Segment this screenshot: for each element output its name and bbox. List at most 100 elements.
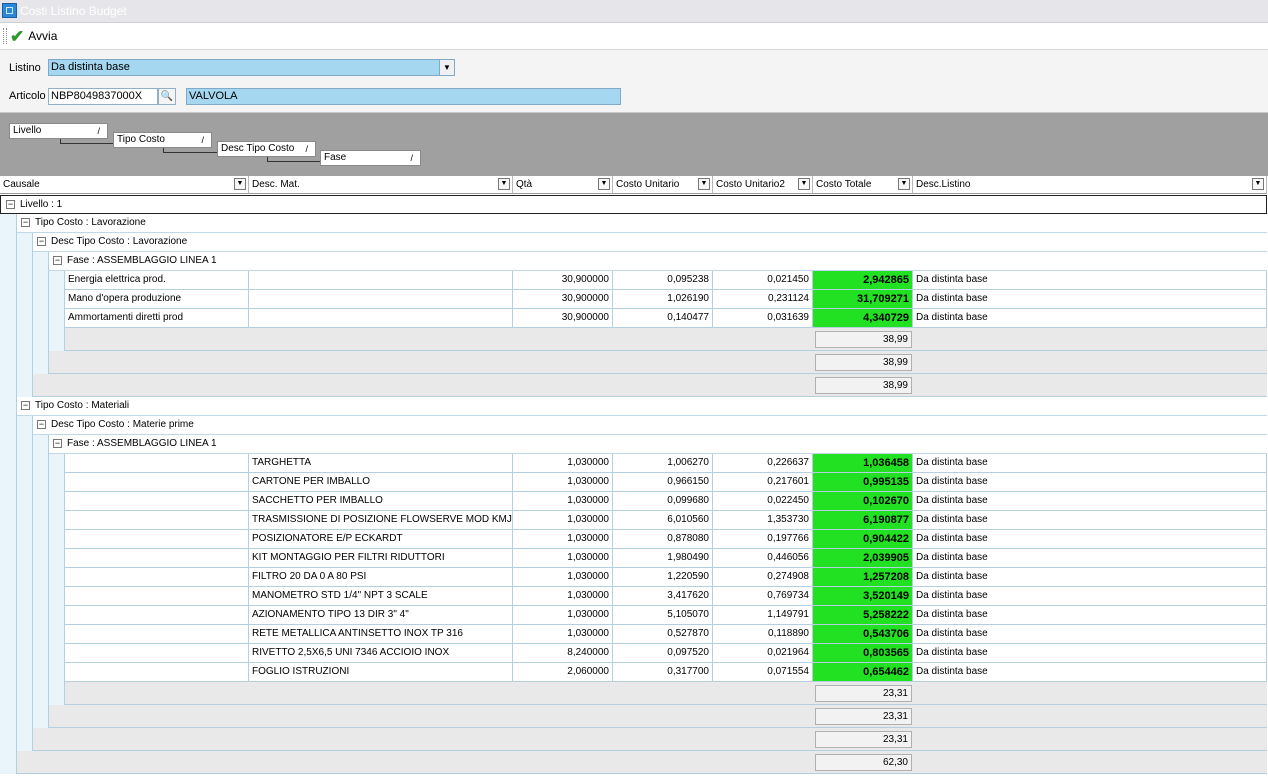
table-cell-cu[interactable]: 1,220590 — [613, 568, 713, 587]
articolo-code-input[interactable]: NBP8049837000X — [48, 88, 158, 105]
table-cell-tot[interactable]: 0,904422 — [813, 530, 913, 549]
chevron-down-icon[interactable]: ▼ — [234, 178, 246, 190]
table-cell-listino[interactable]: Da distinta base — [913, 625, 1267, 644]
table-cell-listino[interactable]: Da distinta base — [913, 290, 1267, 309]
group-row-tipo-costo[interactable]: − Tipo Costo : Materiali — [17, 397, 1267, 416]
table-cell-listino[interactable]: Da distinta base — [913, 492, 1267, 511]
table-cell-cu2[interactable]: 0,226637 — [713, 454, 813, 473]
table-cell-qta[interactable]: 1,030000 — [513, 568, 613, 587]
table-cell-cu2[interactable]: 0,231124 — [713, 290, 813, 309]
table-row[interactable]: CARTONE PER IMBALLO 1,030000 0,966150 0,217… — [0, 473, 1267, 492]
group-chip-tipo-costo[interactable]: Tipo Costo / — [113, 132, 212, 148]
listino-select[interactable]: Da distinta base ▼ — [48, 59, 455, 76]
collapse-icon[interactable]: − — [21, 218, 30, 227]
column-header-costo-totale[interactable]: Costo Totale ▼ — [813, 176, 913, 194]
chevron-down-icon[interactable]: ▼ — [898, 178, 910, 190]
chevron-down-icon[interactable]: ▼ — [498, 178, 510, 190]
column-header-causale[interactable]: Causale ▼ — [0, 176, 249, 194]
table-cell-qta[interactable]: 1,030000 — [513, 492, 613, 511]
table-cell-qta[interactable]: 1,030000 — [513, 625, 613, 644]
table-cell-cu[interactable]: 0,878080 — [613, 530, 713, 549]
table-cell-cu[interactable]: 1,980490 — [613, 549, 713, 568]
chevron-down-icon[interactable]: ▼ — [1252, 178, 1264, 190]
column-header-desc-listino[interactable]: Desc.Listino ▼ — [913, 176, 1267, 194]
table-cell-causale[interactable] — [65, 473, 249, 492]
table-cell-listino[interactable]: Da distinta base — [913, 454, 1267, 473]
table-cell-cu2[interactable]: 0,118890 — [713, 625, 813, 644]
table-cell-cu[interactable]: 0,966150 — [613, 473, 713, 492]
table-row[interactable]: Mano d'opera produzione 30,900000 1,026190… — [0, 290, 1267, 309]
column-header-costo-unitario2[interactable]: Costo Unitario2 ▼ — [713, 176, 813, 194]
table-cell-listino[interactable]: Da distinta base — [913, 549, 1267, 568]
table-cell-qta[interactable]: 30,900000 — [513, 271, 613, 290]
table-cell-cu[interactable]: 0,095238 — [613, 271, 713, 290]
table-cell-qta[interactable]: 8,240000 — [513, 644, 613, 663]
table-cell-desc[interactable] — [249, 290, 513, 309]
group-row-livello[interactable]: − Livello : 1 — [0, 195, 1267, 214]
table-row[interactable]: MANOMETRO STD 1/4" NPT 3 SCALE 1,030000 3,… — [0, 587, 1267, 606]
table-cell-cu2[interactable]: 1,353730 — [713, 511, 813, 530]
table-cell-causale[interactable] — [65, 587, 249, 606]
table-cell-tot[interactable]: 0,102670 — [813, 492, 913, 511]
table-cell-listino[interactable]: Da distinta base — [913, 473, 1267, 492]
table-cell-desc[interactable]: AZIONAMENTO TIPO 13 DIR 3" 4" — [249, 606, 513, 625]
table-cell-tot[interactable]: 1,257208 — [813, 568, 913, 587]
table-cell-listino[interactable]: Da distinta base — [913, 644, 1267, 663]
table-cell-tot[interactable]: 0,995135 — [813, 473, 913, 492]
table-cell-tot[interactable]: 4,340729 — [813, 309, 913, 328]
table-cell-causale[interactable] — [65, 454, 249, 473]
table-cell-listino[interactable]: Da distinta base — [913, 587, 1267, 606]
table-cell-cu2[interactable]: 1,149791 — [713, 606, 813, 625]
table-cell-listino[interactable]: Da distinta base — [913, 271, 1267, 290]
chevron-down-icon[interactable]: ▼ — [598, 178, 610, 190]
group-row-fase[interactable]: − Fase : ASSEMBLAGGIO LINEA 1 — [49, 435, 1267, 454]
table-cell-cu[interactable]: 0,099680 — [613, 492, 713, 511]
table-cell-cu[interactable]: 3,417620 — [613, 587, 713, 606]
collapse-icon[interactable]: − — [53, 256, 62, 265]
chevron-down-icon[interactable]: ▼ — [698, 178, 710, 190]
table-cell-desc[interactable]: POSIZIONATORE E/P ECKARDT — [249, 530, 513, 549]
table-row[interactable]: RETE METALLICA ANTINSETTO INOX TP 316 1,0… — [0, 625, 1267, 644]
group-chip-livello[interactable]: Livello / — [9, 123, 108, 139]
table-cell-causale[interactable]: Mano d'opera produzione — [65, 290, 249, 309]
table-cell-tot[interactable]: 2,942865 — [813, 271, 913, 290]
table-row[interactable]: KIT MONTAGGIO PER FILTRI RIDUTTORI 1,0300… — [0, 549, 1267, 568]
table-cell-tot[interactable]: 0,543706 — [813, 625, 913, 644]
table-cell-desc[interactable]: KIT MONTAGGIO PER FILTRI RIDUTTORI — [249, 549, 513, 568]
group-row-desc-tipo-costo[interactable]: − Desc Tipo Costo : Materie prime — [33, 416, 1267, 435]
chevron-down-icon[interactable]: ▼ — [798, 178, 810, 190]
table-cell-cu[interactable]: 1,026190 — [613, 290, 713, 309]
table-cell-tot[interactable]: 0,654462 — [813, 663, 913, 682]
table-cell-causale[interactable] — [65, 511, 249, 530]
group-chip-fase[interactable]: Fase / — [320, 150, 421, 166]
table-cell-causale[interactable] — [65, 568, 249, 587]
table-cell-qta[interactable]: 1,030000 — [513, 530, 613, 549]
table-cell-cu2[interactable]: 0,769734 — [713, 587, 813, 606]
table-cell-listino[interactable]: Da distinta base — [913, 530, 1267, 549]
table-cell-desc[interactable]: FOGLIO ISTRUZIONI — [249, 663, 513, 682]
table-row[interactable]: Ammortamenti diretti prod 30,900000 0,1404… — [0, 309, 1267, 328]
group-row-fase[interactable]: − Fase : ASSEMBLAGGIO LINEA 1 — [49, 252, 1267, 271]
table-cell-causale[interactable]: Energia elettrica prod. — [65, 271, 249, 290]
table-cell-cu[interactable]: 5,105070 — [613, 606, 713, 625]
table-cell-desc[interactable]: TRASMISSIONE DI POSIZIONE FLOWSERVE MOD … — [249, 511, 513, 530]
table-cell-listino[interactable]: Da distinta base — [913, 309, 1267, 328]
table-cell-causale[interactable]: Ammortamenti diretti prod — [65, 309, 249, 328]
table-cell-qta[interactable]: 1,030000 — [513, 606, 613, 625]
table-cell-cu[interactable]: 0,527870 — [613, 625, 713, 644]
table-cell-qta[interactable]: 1,030000 — [513, 454, 613, 473]
table-cell-qta[interactable]: 1,030000 — [513, 549, 613, 568]
table-cell-listino[interactable]: Da distinta base — [913, 511, 1267, 530]
lookup-icon[interactable]: 🔍 — [158, 88, 176, 105]
collapse-icon[interactable]: − — [37, 420, 46, 429]
table-row[interactable]: FOGLIO ISTRUZIONI 2,060000 0,317700 0,07155… — [0, 663, 1267, 682]
table-cell-cu2[interactable]: 0,446056 — [713, 549, 813, 568]
table-cell-cu2[interactable]: 0,274908 — [713, 568, 813, 587]
table-cell-qta[interactable]: 1,030000 — [513, 473, 613, 492]
chevron-down-icon[interactable]: ▼ — [439, 60, 454, 75]
table-cell-listino[interactable]: Da distinta base — [913, 606, 1267, 625]
table-row[interactable]: Energia elettrica prod. 30,900000 0,095238… — [0, 271, 1267, 290]
table-cell-listino[interactable]: Da distinta base — [913, 568, 1267, 587]
table-cell-cu2[interactable]: 0,071554 — [713, 663, 813, 682]
table-cell-causale[interactable] — [65, 663, 249, 682]
